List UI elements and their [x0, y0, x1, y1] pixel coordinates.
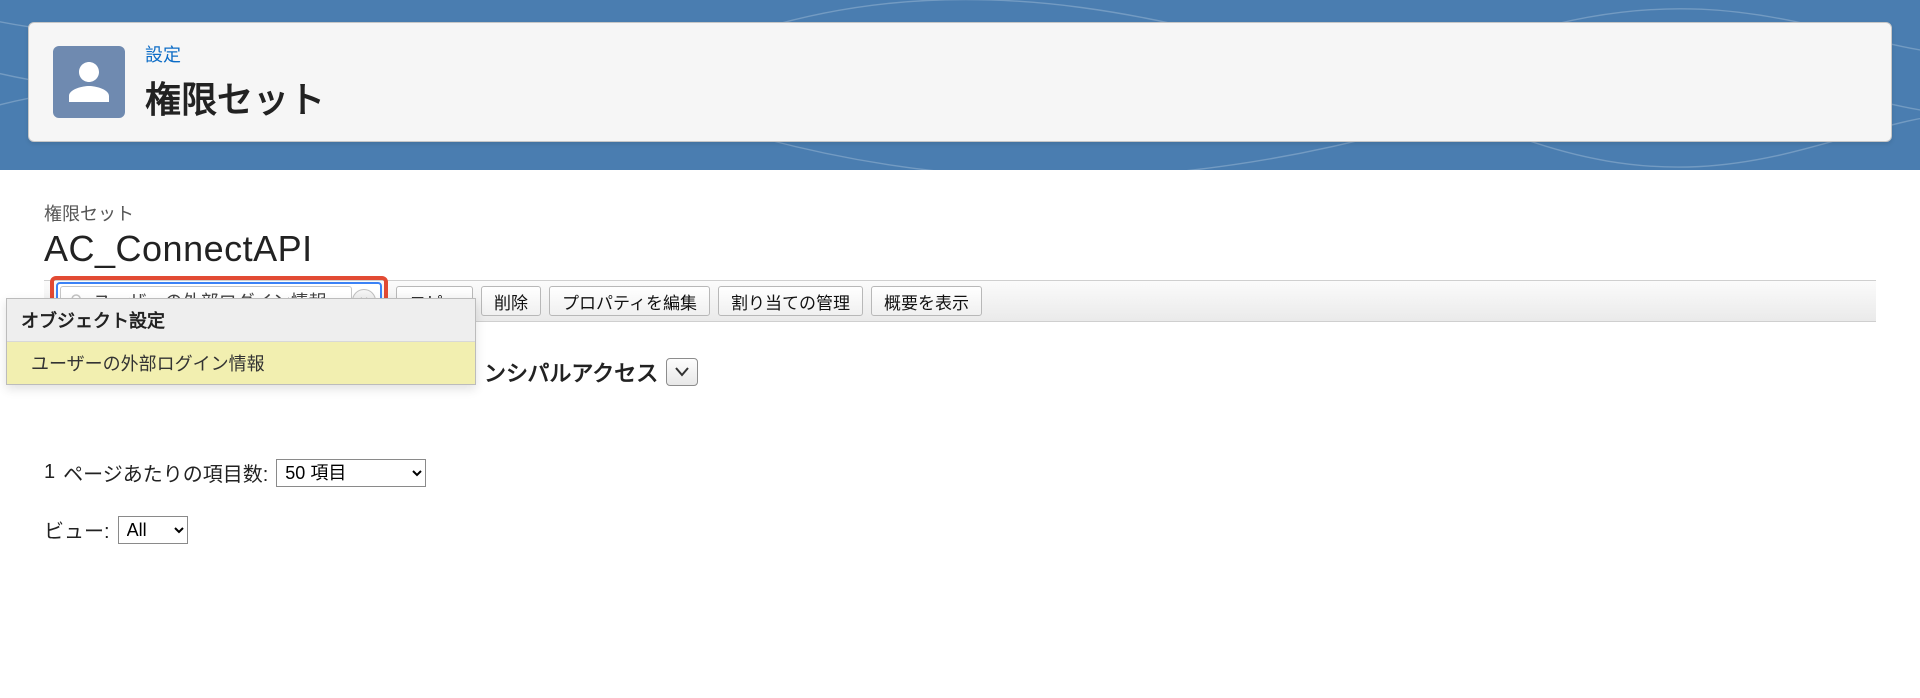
page-header-card: 設定 権限セット: [28, 22, 1892, 142]
view-row: ビュー: All: [44, 515, 1876, 544]
page-eyebrow: 設定: [145, 41, 325, 67]
page-size-label: ページあたりの項目数:: [63, 458, 268, 487]
manage-assignments-button[interactable]: 割り当ての管理: [718, 286, 863, 316]
permission-set-icon: [53, 46, 125, 118]
breadcrumb-dropdown-button[interactable]: [666, 358, 698, 386]
content: 権限セット AC_ConnectAPI コピー 削除 プロパティを編集 割り当て…: [0, 170, 1920, 544]
view-select[interactable]: All: [118, 516, 188, 544]
section-label: 権限セット: [44, 200, 1876, 226]
page-title: 権限セット: [145, 71, 325, 123]
page-band: 設定 権限セット: [0, 0, 1920, 170]
edit-properties-button[interactable]: プロパティを編集: [549, 286, 710, 316]
search-suggest-panel: オブジェクト設定 ユーザーの外部ログイン情報: [6, 298, 476, 385]
page-size-select[interactable]: 50 項目: [276, 459, 426, 487]
page-header-texts: 設定 権限セット: [145, 41, 325, 123]
breadcrumb-row: ンシパルアクセス: [484, 356, 1876, 388]
show-summary-button[interactable]: 概要を表示: [871, 286, 982, 316]
suggest-group-header: オブジェクト設定: [7, 299, 475, 342]
lower-controls: 1 ページあたりの項目数: 50 項目 ビュー: All: [44, 458, 1876, 544]
chevron-down-icon: [675, 367, 689, 377]
page-size-count: 1: [44, 461, 55, 484]
suggest-item[interactable]: ユーザーの外部ログイン情報: [7, 342, 475, 384]
section-title: AC_ConnectAPI: [44, 228, 1876, 270]
delete-button[interactable]: 削除: [481, 286, 541, 316]
view-label: ビュー:: [44, 515, 110, 544]
breadcrumb-fragment: ンシパルアクセス: [484, 356, 658, 388]
page-size-row: 1 ページあたりの項目数: 50 項目: [44, 458, 1876, 487]
